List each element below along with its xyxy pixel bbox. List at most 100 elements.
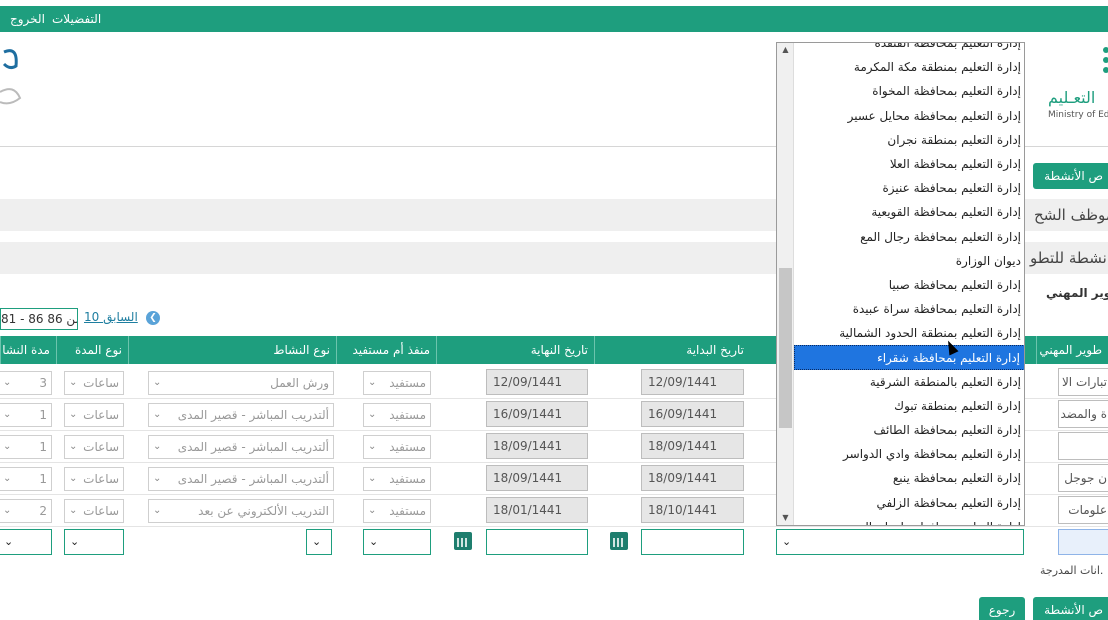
end-date-calendar-icon[interactable] xyxy=(454,532,472,550)
start-date-field[interactable]: 12/09/1441 xyxy=(641,369,744,395)
new-end-date-input[interactable] xyxy=(486,529,588,555)
end-date-field[interactable]: 12/09/1441 xyxy=(486,369,588,395)
dropdown-option[interactable]: إدارة التعليم بمنطقة مكة المكرمة xyxy=(794,55,1024,79)
dropdown-option[interactable]: إدارة التعليم بمنطقة الحدود الشمالية xyxy=(794,321,1024,345)
new-duration-select[interactable]: ⌄ xyxy=(0,529,52,555)
prev-arrow-icon[interactable]: ❮ xyxy=(146,311,160,325)
end-date-field-value: 12/09/1441 xyxy=(493,375,563,389)
scroll-down-icon[interactable]: ▼ xyxy=(777,511,794,525)
dropdown-option-selected[interactable]: إدارة التعليم بمحافظة شقراء xyxy=(794,345,1024,370)
duration-select-value: 1 xyxy=(39,472,47,486)
outlet-select-value: مستفيد xyxy=(389,504,426,518)
dropdown-option[interactable]: إدارة التعليم بمحافظة ظهران الجنوب xyxy=(794,515,1024,525)
outlet-select[interactable]: مستفيد ⌄ xyxy=(363,371,431,395)
start-date-field[interactable]: 18/09/1441 xyxy=(641,465,744,491)
activity-type-select[interactable]: ألتدريب المباشر - قصير المدى ⌄ xyxy=(148,403,334,427)
dev-field[interactable]: علومات xyxy=(1058,496,1108,524)
chevron-down-icon: ⌄ xyxy=(153,409,162,420)
dropdown-option[interactable]: إدارة التعليم بمحافظة ينبع xyxy=(794,466,1024,490)
dropdown-options: إدارة التعليم بمحافظة القنفذة إدارة التعل… xyxy=(794,43,1024,525)
dropdown-option[interactable]: إدارة التعليم بمحافظة صبيا xyxy=(794,273,1024,297)
duration-type-select-value: ساعات xyxy=(83,376,119,390)
start-date-field[interactable]: 18/09/1441 xyxy=(641,433,744,459)
preferences-link[interactable]: التفضيلات xyxy=(52,12,101,26)
duration-select-value: 1 xyxy=(39,408,47,422)
activity-type-select[interactable]: ألتدريب المباشر - قصير المدى ⌄ xyxy=(148,435,334,459)
outlet-select[interactable]: مستفيد ⌄ xyxy=(363,435,431,459)
duration-select[interactable]: 1 ⌄ xyxy=(0,403,52,427)
dropdown-option[interactable]: إدارة التعليم بمحافظة عنيزة xyxy=(794,176,1024,200)
duration-select[interactable]: 1 ⌄ xyxy=(0,467,52,491)
duration-select[interactable]: 3 ⌄ xyxy=(0,371,52,395)
chevron-down-icon: ⌄ xyxy=(3,377,12,388)
dev-field[interactable]: تبارات الا xyxy=(1058,368,1108,396)
outlet-select[interactable]: مستفيد ⌄ xyxy=(363,467,431,491)
chevron-down-icon: ⌄ xyxy=(368,441,377,452)
logout-link[interactable]: الخروج xyxy=(10,12,45,26)
dropdown-option[interactable]: إدارة التعليم بمحافظة رجال المع xyxy=(794,225,1024,249)
start-date-field[interactable]: 16/09/1441 xyxy=(641,401,744,427)
col-duration-type: نوع المدة xyxy=(56,336,128,364)
scroll-up-icon[interactable]: ▲ xyxy=(777,43,794,57)
dropdown-option[interactable]: إدارة التعليم بمنطقة تبوك xyxy=(794,394,1024,418)
chevron-down-icon: ⌄ xyxy=(3,473,12,484)
duration-type-select[interactable]: ساعات ⌄ xyxy=(64,499,124,523)
activity-type-select[interactable]: التدريب الألكتروني عن بعد ⌄ xyxy=(148,499,334,523)
dropdown-option[interactable]: إدارة التعليم بمحافظة العلا xyxy=(794,152,1024,176)
dropdown-option[interactable]: إدارة التعليم بمحافظة وادي الدواسر xyxy=(794,442,1024,466)
duration-type-select[interactable]: ساعات ⌄ xyxy=(64,467,124,491)
duration-type-select[interactable]: ساعات ⌄ xyxy=(64,403,124,427)
directorate-dropdown-list[interactable]: ▲ ▼ إدارة التعليم بمحافظة القنفذة إدارة ا… xyxy=(776,42,1025,526)
activity-type-select[interactable]: ألتدريب المباشر - قصير المدى ⌄ xyxy=(148,467,334,491)
pager-range: 81 - 86 من 86 xyxy=(0,308,78,330)
duration-type-select[interactable]: ساعات ⌄ xyxy=(64,371,124,395)
chevron-down-icon: ⌄ xyxy=(3,409,12,420)
activities-button-bottom[interactable]: ص الأنشطة xyxy=(1033,597,1108,620)
activity-type-select-value: ورش العمل xyxy=(270,376,329,390)
scroll-thumb[interactable] xyxy=(779,268,792,428)
dropdown-option[interactable]: إدارة التعليم بالمنطقة الشرقية xyxy=(794,370,1024,394)
dropdown-scrollbar[interactable]: ▲ ▼ xyxy=(777,43,794,525)
dropdown-option[interactable]: إدارة التعليم بمحافظة الزلفي xyxy=(794,491,1024,515)
end-date-field[interactable]: 18/01/1441 xyxy=(486,497,588,523)
back-button[interactable]: رجوع xyxy=(979,597,1025,620)
dropdown-option[interactable]: إدارة التعليم بمحافظة الطائف xyxy=(794,418,1024,442)
duration-select-value: 3 xyxy=(39,376,47,390)
new-dev-input[interactable] xyxy=(1058,529,1108,555)
outlet-select[interactable]: مستفيد ⌄ xyxy=(363,403,431,427)
ministry-logo: التعـليم Ministry of Ed xyxy=(1040,40,1108,120)
duration-select[interactable]: 1 ⌄ xyxy=(0,435,52,459)
start-date-calendar-icon[interactable] xyxy=(610,532,628,550)
start-date-field[interactable]: 18/10/1441 xyxy=(641,497,744,523)
duration-type-select[interactable]: ساعات ⌄ xyxy=(64,435,124,459)
activity-type-select[interactable]: ورش العمل ⌄ xyxy=(148,371,334,395)
new-activity-type-select[interactable]: ⌄ xyxy=(306,529,332,555)
pager-prev-link[interactable]: 10 السابق xyxy=(84,310,138,324)
new-directorate-select[interactable]: ⌄ xyxy=(776,529,1024,555)
col-end-date: تاريخ النهاية xyxy=(436,336,594,364)
end-date-field[interactable]: 16/09/1441 xyxy=(486,401,588,427)
new-duration-type-select[interactable]: ⌄ xyxy=(64,529,124,555)
dropdown-option[interactable]: إدارة التعليم بمحافظة محايل عسير xyxy=(794,104,1024,128)
dropdown-option[interactable]: إدارة التعليم بمحافظة سراة عبيدة xyxy=(794,297,1024,321)
dev-field[interactable]: ن جوجل xyxy=(1058,464,1108,492)
dropdown-option[interactable]: ديوان الوزارة xyxy=(794,249,1024,273)
new-outlet-select[interactable]: ⌄ xyxy=(363,529,431,555)
activities-button-top[interactable]: ص الأنشطة xyxy=(1033,163,1108,189)
dropdown-option[interactable]: إدارة التعليم بمحافظة المخواة xyxy=(794,79,1024,103)
dropdown-option[interactable]: إدارة التعليم بمحافظة القنفذة xyxy=(794,43,1024,55)
dev-field[interactable]: ة والمضد xyxy=(1058,400,1108,428)
end-date-field[interactable]: 18/09/1441 xyxy=(486,465,588,491)
chevron-down-icon: ⌄ xyxy=(3,441,12,452)
new-start-date-input[interactable] xyxy=(641,529,744,555)
dropdown-option[interactable]: إدارة التعليم بمحافظة القويعية xyxy=(794,200,1024,224)
dev-field[interactable] xyxy=(1058,432,1108,460)
row-divider xyxy=(0,526,1108,527)
duration-select[interactable]: 2 ⌄ xyxy=(0,499,52,523)
chevron-down-icon: ⌄ xyxy=(368,505,377,516)
end-date-field[interactable]: 18/09/1441 xyxy=(486,433,588,459)
dropdown-option[interactable]: إدارة التعليم بمنطقة نجران xyxy=(794,128,1024,152)
chevron-down-icon: ⌄ xyxy=(69,505,78,516)
outlet-select[interactable]: مستفيد ⌄ xyxy=(363,499,431,523)
outlet-select-value: مستفيد xyxy=(389,408,426,422)
